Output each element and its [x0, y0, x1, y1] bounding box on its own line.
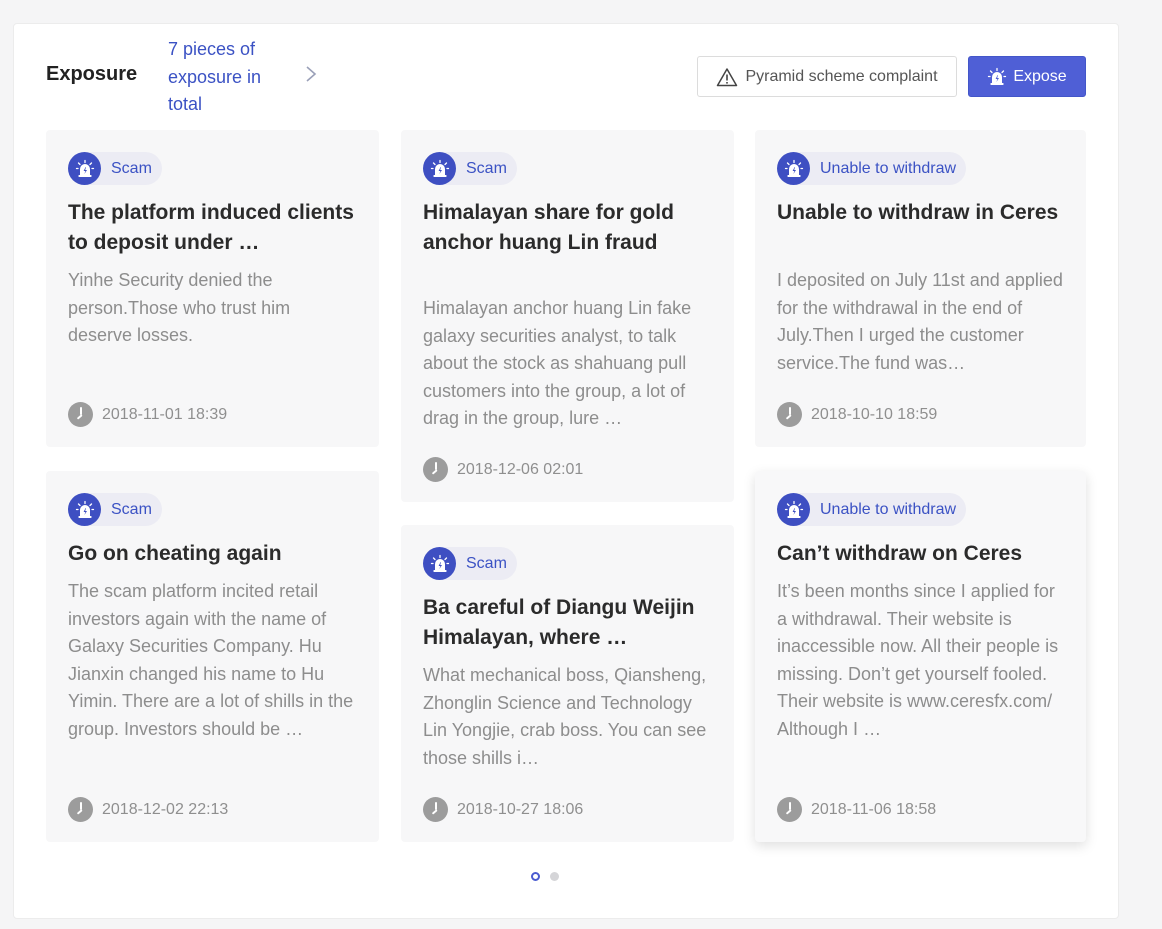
card-description: I deposited on July 11st and applied for… [777, 270, 1063, 373]
pagination-dots [531, 872, 559, 881]
category-tag: Unable to withdraw [777, 493, 967, 526]
card-date: 2018-12-02 22:13 [102, 800, 229, 818]
card-title: Unable to withdraw in Ceres [777, 201, 1059, 224]
clock-icon [68, 402, 93, 427]
category-tag-label: Scam [466, 159, 507, 177]
alarm-icon [777, 493, 810, 526]
card-description: Yinhe Security denied the person.Those w… [68, 270, 291, 346]
clock-icon [777, 402, 802, 427]
card-title: The platform induced clients to deposit … [68, 201, 354, 254]
card-description: The scam platform incited retail investo… [68, 581, 354, 739]
card-title: Ba careful of Diangu Weijin Himalayan, w… [423, 596, 695, 649]
complaint-button-label: Pyramid scheme complaint [745, 67, 938, 85]
exposure-card[interactable]: Scam The platform induced clients to dep… [46, 130, 379, 447]
card-date: 2018-12-06 02:01 [457, 460, 584, 478]
exposure-card[interactable]: Scam Go on cheating again The scam platf… [46, 471, 379, 842]
category-tag-label: Scam [111, 500, 152, 518]
alarm-icon [777, 152, 810, 185]
category-tag-label: Scam [466, 554, 507, 572]
category-tag: Scam [68, 493, 162, 526]
card-description: Himalayan anchor huang Lin fake galaxy s… [423, 298, 692, 429]
card-description: It’s been months since I applied for a w… [777, 581, 1059, 739]
card-timestamp: 2018-12-02 22:13 [68, 797, 228, 822]
card-timestamp: 2018-11-01 18:39 [68, 402, 227, 427]
alarm-icon [68, 152, 101, 185]
card-title: Can’t withdraw on Ceres [777, 542, 1023, 565]
card-description: What mechanical boss, Qiansheng, Zhongli… [423, 665, 707, 768]
card-date: 2018-10-10 18:59 [811, 405, 938, 423]
category-tag-label: Unable to withdraw [820, 500, 957, 518]
alarm-icon [68, 493, 101, 526]
card-timestamp: 2018-10-10 18:59 [777, 402, 937, 427]
expose-button-label: Expose [1013, 67, 1067, 85]
expose-button[interactable]: Expose [968, 56, 1086, 97]
card-title: Himalayan share for gold anchor huang Li… [423, 201, 674, 254]
warning-icon [717, 67, 738, 86]
card-timestamp: 2018-11-06 18:58 [777, 797, 936, 822]
chevron-right-icon[interactable] [301, 64, 321, 84]
section-title: Exposure [46, 63, 138, 85]
category-tag-label: Scam [111, 159, 152, 177]
pagination-dot-active[interactable] [531, 872, 540, 881]
exposure-card[interactable]: Unable to withdraw Unable to withdraw in… [755, 130, 1086, 447]
clock-icon [777, 797, 802, 822]
exposure-count-link[interactable]: 7 pieces of exposure in total [168, 36, 284, 119]
exposure-card[interactable]: Scam Himalayan share for gold anchor hua… [401, 130, 734, 502]
card-date: 2018-10-27 18:06 [457, 800, 584, 818]
alarm-icon [423, 152, 456, 185]
pagination-dot[interactable] [550, 872, 559, 881]
clock-icon [423, 457, 448, 482]
card-date: 2018-11-01 18:39 [102, 405, 228, 423]
alarm-icon [423, 547, 456, 580]
card-timestamp: 2018-10-27 18:06 [423, 797, 583, 822]
category-tag: Scam [68, 152, 162, 185]
pyramid-scheme-complaint-button[interactable]: Pyramid scheme complaint [697, 56, 957, 97]
card-title: Go on cheating again [68, 542, 282, 565]
card-timestamp: 2018-12-06 02:01 [423, 457, 583, 482]
card-date: 2018-11-06 18:58 [811, 800, 937, 818]
category-tag: Unable to withdraw [777, 152, 967, 185]
exposure-card[interactable]: Scam Ba careful of Diangu Weijin Himalay… [401, 525, 734, 842]
exposure-card[interactable]: Unable to withdraw Can’t withdraw on Cer… [755, 471, 1086, 842]
category-tag-label: Unable to withdraw [820, 159, 957, 177]
alarm-icon [988, 67, 1007, 85]
category-tag: Scam [423, 152, 517, 185]
category-tag: Scam [423, 547, 517, 580]
clock-icon [423, 797, 448, 822]
clock-icon [68, 797, 93, 822]
